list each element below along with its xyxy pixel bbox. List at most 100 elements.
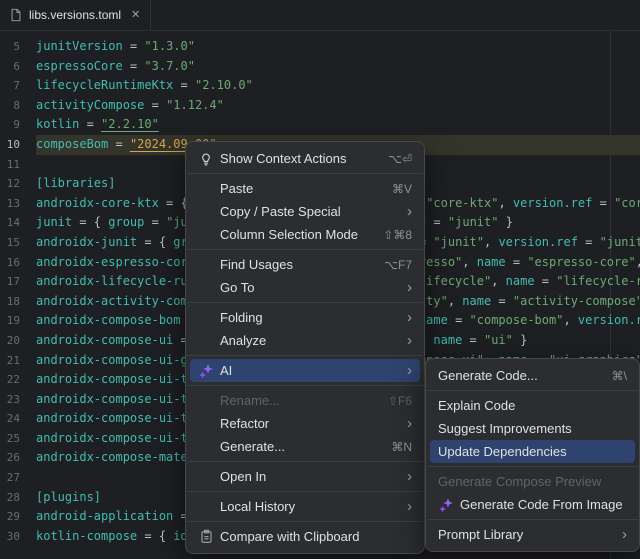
code-token[interactable]: = [173,78,195,92]
menu-item-go-to[interactable]: Go To› [190,276,420,299]
code-token[interactable]: } [513,333,527,347]
code-token[interactable]: "1.12.4" [166,98,224,112]
code-token[interactable]: = { [72,215,108,229]
code-token[interactable]: , [462,255,476,269]
code-token[interactable]: [libraries] [36,176,115,190]
code-line[interactable]: 5junitVersion = "1.3.0" [0,37,640,57]
code-token[interactable]: name [433,333,462,347]
code-token[interactable]: androidx-junit [36,235,137,249]
code-token[interactable]: "junitVersion" [600,235,640,249]
code-token[interactable]: , [484,235,498,249]
code-line[interactable]: 7lifecycleRuntimeKtx = "2.10.0" [0,76,640,96]
menu-item-copy-paste-special[interactable]: Copy / Paste Special› [190,200,420,223]
code-token[interactable]: androidx-espresso-core [36,255,195,269]
code-token[interactable]: version.ref [498,235,577,249]
code-token[interactable]: [plugins] [36,490,101,504]
code-token[interactable]: = [592,196,614,210]
code-token[interactable]: , [448,294,462,308]
code-token[interactable]: "junit" [448,215,499,229]
code-token[interactable]: activityCompose [36,98,144,112]
menu-item-explain-code[interactable]: Explain Code [430,394,635,417]
menu-item-refactor[interactable]: Refactor› [190,412,420,435]
menu-item-suggest-improvements[interactable]: Suggest Improvements [430,417,635,440]
code-line-text[interactable]: kotlin = "2.2.10" [36,115,640,135]
menu-item-ai[interactable]: AI› [190,359,420,382]
code-token[interactable]: lifecycleRuntimeKtx [36,78,173,92]
code-token[interactable]: "3.7.0" [144,59,195,73]
code-line-text[interactable]: espressoCore = "3.7.0" [36,57,640,77]
code-token[interactable]: = [144,98,166,112]
code-token[interactable]: "1.3.0" [144,39,195,53]
code-token[interactable]: = [426,215,448,229]
code-token[interactable]: "espresso-core" [527,255,635,269]
menu-item-update-dependencies[interactable]: Update Dependencies [430,440,635,463]
menu-item-open-in[interactable]: Open In› [190,465,420,488]
line-number: 25 [0,429,20,449]
code-token[interactable]: espressoCore [36,59,123,73]
code-token[interactable]: , [498,196,512,210]
code-token[interactable]: = [144,215,166,229]
code-token[interactable]: "compose-bom" [470,313,564,327]
code-token[interactable]: , [491,274,505,288]
editor-tab-libs-versions-toml[interactable]: libs.versions.toml ✕ [0,0,151,30]
menu-item-generate-code-from-image[interactable]: Generate Code From Image [430,493,635,516]
code-token[interactable]: name [506,274,535,288]
code-token[interactable]: "2.2.10" [101,117,159,131]
code-token[interactable]: "2.10.0" [195,78,253,92]
code-token[interactable]: kotlin-compose [36,529,137,543]
code-token[interactable]: = [123,59,145,73]
code-token[interactable]: composeBom [36,137,108,151]
code-token[interactable]: "core-ktx" [426,196,498,210]
code-token[interactable]: = [123,39,145,53]
code-token[interactable]: = [108,137,130,151]
code-token[interactable]: junit [36,215,72,229]
line-number: 19 [0,311,20,331]
code-token[interactable]: = [462,333,484,347]
code-line[interactable]: 6espressoCore = "3.7.0" [0,57,640,77]
code-line[interactable]: 9kotlin = "2.2.10" [0,115,640,135]
menu-item-local-history[interactable]: Local History› [190,495,420,518]
code-line-text[interactable]: junitVersion = "1.3.0" [36,37,640,57]
menu-item-generate[interactable]: Generate...⌘N [190,435,420,458]
menu-item-generate-code[interactable]: Generate Code...⌘\ [430,364,635,387]
menu-item-find-usages[interactable]: Find Usages⌥F7 [190,253,420,276]
menu-item-folding[interactable]: Folding› [190,306,420,329]
code-token[interactable]: = [491,294,513,308]
code-token[interactable]: group [108,215,144,229]
code-token[interactable]: = [535,274,557,288]
code-token[interactable]: androidx-compose-bom [36,313,181,327]
code-token[interactable]: = { [137,235,173,249]
menu-item-analyze[interactable]: Analyze› [190,329,420,352]
menu-item-prompt-library[interactable]: Prompt Library› [430,523,635,546]
code-line-text[interactable]: lifecycleRuntimeKtx = "2.10.0" [36,76,640,96]
code-token[interactable]: = { [137,529,173,543]
code-token[interactable]: "activity-compose" [513,294,640,308]
code-token[interactable]: = [448,313,470,327]
code-token[interactable]: = [506,255,528,269]
code-token[interactable]: "lifecycle-runtime-ktx" [556,274,640,288]
code-token[interactable]: , [563,313,577,327]
code-line[interactable]: 8activityCompose = "1.12.4" [0,96,640,116]
menu-item-compare-with-clipboard[interactable]: Compare with Clipboard [190,525,420,548]
code-token[interactable]: name [477,255,506,269]
code-line-text[interactable]: activityCompose = "1.12.4" [36,96,640,116]
code-token[interactable]: kotlin [36,117,79,131]
code-token[interactable]: version.ref [578,313,640,327]
code-token[interactable]: androidx-compose-ui [36,333,173,347]
menu-item-paste[interactable]: Paste⌘V [190,177,420,200]
code-token[interactable]: "junit" [433,235,484,249]
code-token[interactable]: version.ref [513,196,592,210]
code-token[interactable]: junitVersion [36,39,123,53]
menu-item-column-selection-mode[interactable]: Column Selection Mode⇧⌘8 [190,223,420,246]
code-token[interactable]: android-application [36,509,173,523]
code-token[interactable]: = [578,235,600,249]
code-token[interactable]: = [79,117,101,131]
code-token[interactable]: androidx-core-ktx [36,196,159,210]
code-token[interactable]: , [636,255,640,269]
code-token[interactable]: } [498,215,512,229]
code-token[interactable]: name [462,294,491,308]
code-token[interactable]: "coreKtx" [614,196,640,210]
menu-item-show-context-actions[interactable]: Show Context Actions⌥⏎ [190,147,420,170]
tab-close-icon[interactable]: ✕ [131,10,140,21]
code-token[interactable]: "ui" [484,333,513,347]
